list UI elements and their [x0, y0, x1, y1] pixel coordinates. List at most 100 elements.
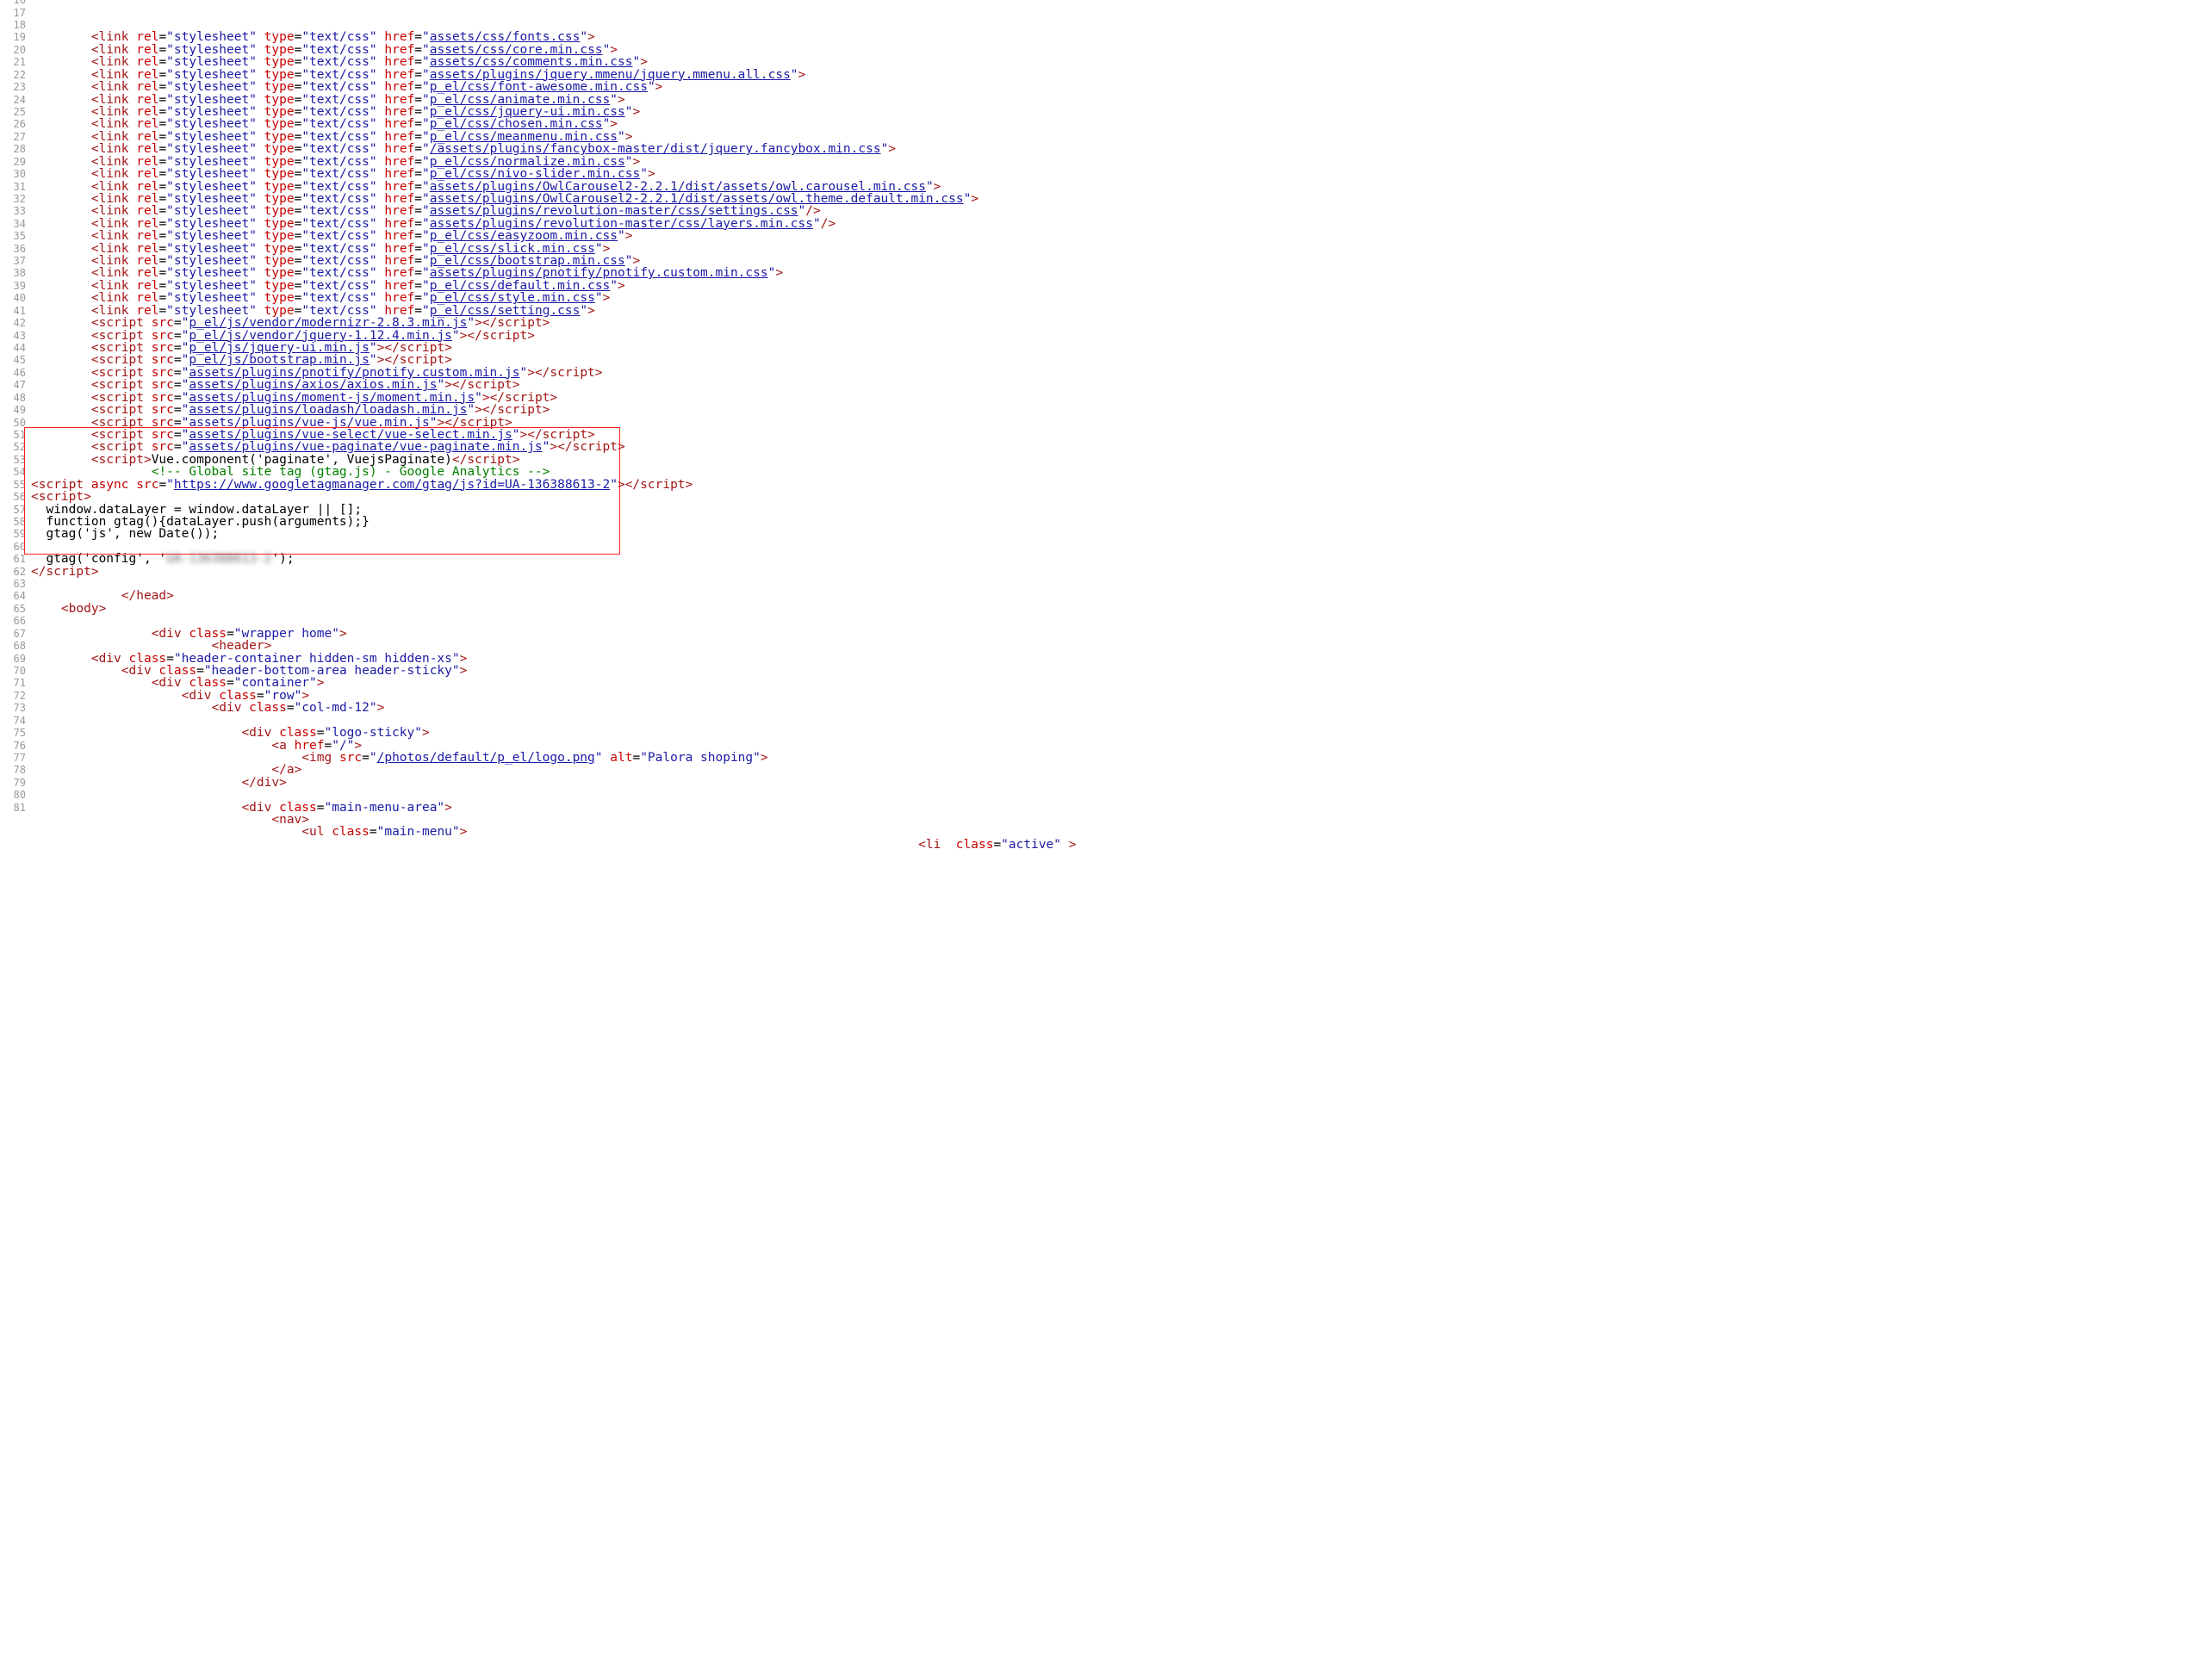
code-line[interactable]: <script src="assets/plugins/axios/axios.… [31, 379, 1076, 391]
code-line[interactable]: <script src="assets/plugins/vue-js/vue.m… [31, 417, 1076, 429]
code-line[interactable]: </a> [31, 764, 1076, 776]
line-number-gutter: 1617181920212223242526272829303132333435… [0, 0, 31, 851]
code-line[interactable]: <link rel="stylesheet" type="text/css" h… [31, 131, 1076, 143]
code-line[interactable]: <link rel="stylesheet" type="text/css" h… [31, 255, 1076, 267]
line-number: 63 [0, 578, 26, 590]
code-line[interactable]: </head> [31, 590, 1076, 602]
code-line[interactable]: <link rel="stylesheet" type="text/css" h… [31, 81, 1076, 93]
code-line[interactable]: <img src="/photos/default/p_el/logo.png"… [31, 752, 1076, 764]
code-line[interactable]: <script src="assets/plugins/loadash/load… [31, 404, 1076, 416]
line-number: 18 [0, 19, 26, 31]
code-line[interactable]: <script src="p_el/js/vendor/jquery-1.12.… [31, 330, 1076, 342]
line-number: 58 [0, 516, 26, 528]
code-line[interactable]: <script src="assets/plugins/vue-select/v… [31, 429, 1076, 441]
code-line[interactable]: window.dataLayer = window.dataLayer || [… [31, 504, 1076, 516]
code-line[interactable]: <link rel="stylesheet" type="text/css" h… [31, 56, 1076, 68]
line-number: 29 [0, 155, 26, 167]
line-number: 32 [0, 193, 26, 205]
code-line[interactable]: <link rel="stylesheet" type="text/css" h… [31, 305, 1076, 317]
line-number: 26 [0, 118, 26, 130]
code-line[interactable]: <link rel="stylesheet" type="text/css" h… [31, 106, 1076, 118]
code-line[interactable]: <body> [31, 603, 1076, 615]
code-line[interactable]: <link rel="stylesheet" type="text/css" h… [31, 44, 1076, 56]
line-number: 37 [0, 255, 26, 267]
code-line[interactable]: <link rel="stylesheet" type="text/css" h… [31, 156, 1076, 168]
code-line[interactable]: <div class="col-md-12"> [31, 702, 1076, 714]
line-number: 52 [0, 441, 26, 453]
code-line[interactable] [31, 578, 1076, 590]
line-number: 75 [0, 727, 26, 739]
line-number: 76 [0, 739, 26, 751]
line-number: 34 [0, 218, 26, 230]
code-line[interactable]: <ul class="main-menu"> [31, 827, 1076, 839]
code-line[interactable] [31, 789, 1076, 801]
code-area[interactable]: <link rel="stylesheet" type="text/css" h… [31, 0, 1076, 851]
code-line[interactable]: <link rel="stylesheet" type="text/css" h… [31, 243, 1076, 255]
code-line[interactable]: <div class="row"> [31, 690, 1076, 702]
code-line[interactable]: <link rel="stylesheet" type="text/css" h… [31, 268, 1076, 280]
line-number: 46 [0, 367, 26, 379]
code-line[interactable]: <link rel="stylesheet" type="text/css" h… [31, 218, 1076, 230]
code-line[interactable]: <div class="header-container hidden-sm h… [31, 653, 1076, 665]
code-line[interactable]: <script src="p_el/js/vendor/modernizr-2.… [31, 317, 1076, 329]
line-number: 57 [0, 503, 26, 515]
code-line[interactable]: <li class="active" > [31, 839, 1076, 851]
line-number: 45 [0, 354, 26, 366]
code-line[interactable]: <link rel="stylesheet" type="text/css" h… [31, 193, 1076, 205]
code-line[interactable]: gtag('config', 'UA-136388613-2'); [31, 553, 1076, 565]
line-number: 28 [0, 143, 26, 155]
code-line[interactable]: <script>Vue.component('paginate', VuejsP… [31, 454, 1076, 466]
line-number: 69 [0, 652, 26, 664]
code-line[interactable]: <!-- Global site tag (gtag.js) - Google … [31, 466, 1076, 478]
code-line[interactable]: <div class="main-menu-area"> [31, 802, 1076, 814]
line-number: 38 [0, 267, 26, 279]
line-number: 39 [0, 280, 26, 292]
code-line[interactable]: <link rel="stylesheet" type="text/css" h… [31, 143, 1076, 155]
line-number: 21 [0, 56, 26, 68]
code-line[interactable] [31, 715, 1076, 727]
code-line[interactable]: <link rel="stylesheet" type="text/css" h… [31, 32, 1076, 44]
code-line[interactable] [31, 541, 1076, 553]
code-line[interactable]: <link rel="stylesheet" type="text/css" h… [31, 292, 1076, 304]
code-line[interactable]: gtag('js', new Date()); [31, 528, 1076, 540]
code-line[interactable]: <link rel="stylesheet" type="text/css" h… [31, 69, 1076, 81]
code-line[interactable]: <script async src="https://www.googletag… [31, 479, 1076, 491]
code-editor: 1617181920212223242526272829303132333435… [0, 0, 1075, 851]
code-line[interactable]: <link rel="stylesheet" type="text/css" h… [31, 280, 1076, 292]
code-line[interactable]: <script src="p_el/js/bootstrap.min.js"><… [31, 354, 1076, 366]
code-line[interactable]: <script src="assets/plugins/vue-paginate… [31, 441, 1076, 453]
code-line[interactable]: <link rel="stylesheet" type="text/css" h… [31, 181, 1076, 193]
line-number: 81 [0, 801, 26, 813]
code-line[interactable]: <nav> [31, 814, 1076, 826]
code-line[interactable]: <link rel="stylesheet" type="text/css" h… [31, 205, 1076, 217]
code-line[interactable]: <script> [31, 491, 1076, 503]
line-number: 33 [0, 205, 26, 217]
line-number: 59 [0, 528, 26, 540]
line-number: 22 [0, 69, 26, 81]
code-line[interactable]: </script> [31, 566, 1076, 578]
code-line[interactable]: <header> [31, 640, 1076, 652]
code-line[interactable]: <div class="container"> [31, 677, 1076, 689]
code-line[interactable]: </div> [31, 777, 1076, 789]
code-line[interactable]: <script src="assets/plugins/moment-js/mo… [31, 392, 1076, 404]
code-line[interactable]: <div class="logo-sticky"> [31, 727, 1076, 739]
code-line[interactable]: <div class="wrapper home"> [31, 628, 1076, 640]
code-line[interactable]: <link rel="stylesheet" type="text/css" h… [31, 118, 1076, 130]
line-number: 47 [0, 379, 26, 391]
code-line[interactable]: <script src="p_el/js/jquery-ui.min.js"><… [31, 342, 1076, 354]
line-number: 64 [0, 590, 26, 602]
code-line[interactable]: <a href="/"> [31, 740, 1076, 752]
code-line[interactable] [31, 615, 1076, 627]
line-number: 41 [0, 305, 26, 317]
code-line[interactable]: <div class="header-bottom-area header-st… [31, 665, 1076, 677]
code-line[interactable]: <link rel="stylesheet" type="text/css" h… [31, 230, 1076, 242]
code-line[interactable]: <link rel="stylesheet" type="text/css" h… [31, 94, 1076, 106]
code-line[interactable]: <script src="assets/plugins/pnotify/pnot… [31, 367, 1076, 379]
code-line[interactable]: <link rel="stylesheet" type="text/css" h… [31, 168, 1076, 180]
line-number: 51 [0, 429, 26, 441]
line-number: 70 [0, 665, 26, 677]
line-number: 43 [0, 329, 26, 341]
line-number: 67 [0, 628, 26, 640]
code-line[interactable]: function gtag(){dataLayer.push(arguments… [31, 516, 1076, 528]
line-number: 16 [0, 0, 26, 6]
